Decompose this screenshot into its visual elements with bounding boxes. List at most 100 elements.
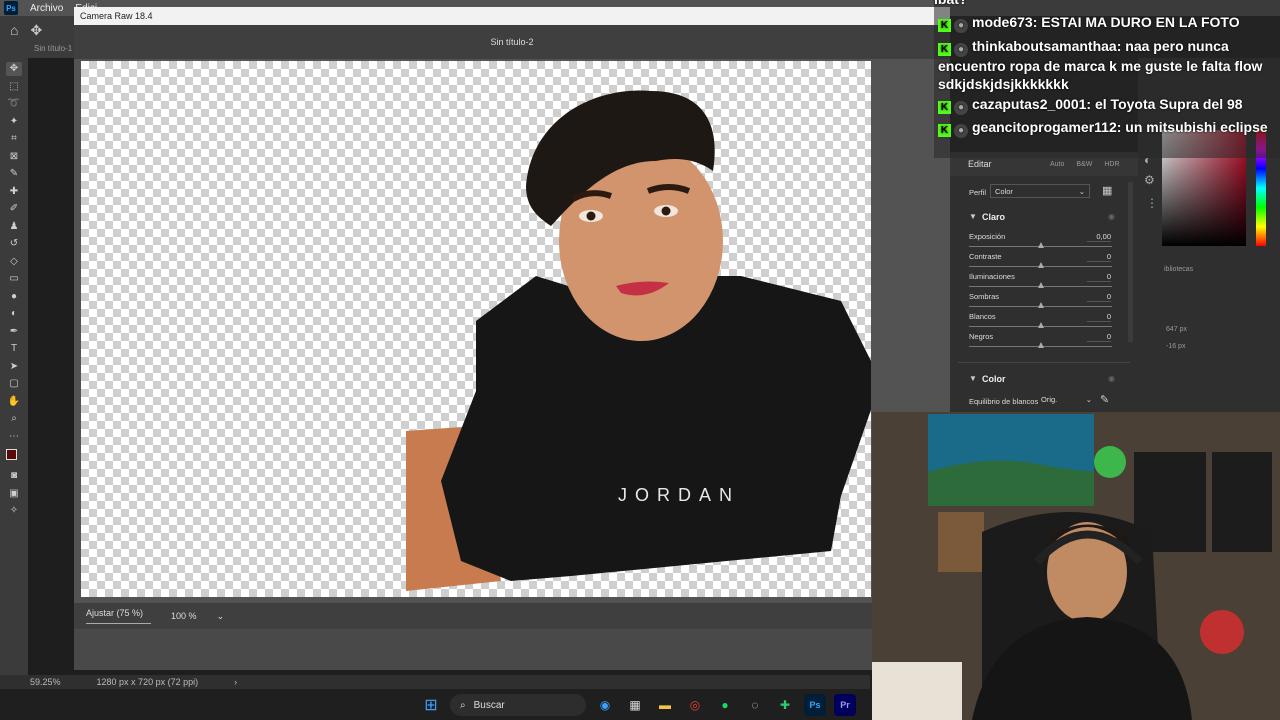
user-icon: ● bbox=[954, 101, 968, 115]
profile-dropdown[interactable]: Color ⌄ bbox=[990, 184, 1090, 198]
slider-thumb[interactable] bbox=[1038, 282, 1044, 288]
document-info: 1280 px x 720 px (72 ppi) bbox=[96, 677, 199, 687]
zoom-tool-icon[interactable]: ⌕ bbox=[6, 412, 22, 426]
gradient-tool-icon[interactable]: ▭ bbox=[6, 272, 22, 286]
hand-tool-icon[interactable]: ✋ bbox=[6, 395, 22, 409]
slider-thumb[interactable] bbox=[1038, 342, 1044, 348]
history-brush-icon[interactable]: ↺ bbox=[6, 237, 22, 251]
chrome-icon[interactable]: ◎ bbox=[684, 694, 706, 716]
plush-toy bbox=[1200, 610, 1244, 654]
marquee-tool-icon[interactable]: ⬚ bbox=[6, 80, 22, 94]
color-swatches[interactable] bbox=[6, 447, 22, 465]
app-icon[interactable]: ◌ bbox=[744, 694, 766, 716]
chat-text: el Toyota Supra del 98 bbox=[1094, 96, 1243, 112]
profile-browser-icon[interactable]: ▦ bbox=[1102, 184, 1112, 197]
pen-tool-icon[interactable]: ✒ bbox=[6, 325, 22, 339]
move-tool-icon[interactable]: ✥ bbox=[30, 22, 42, 39]
chat-fragment: ibat? bbox=[934, 0, 1280, 8]
document-tab[interactable]: Sin título-1 bbox=[0, 44, 74, 58]
crop-tool-icon[interactable]: ⌗ bbox=[6, 132, 22, 146]
premiere-taskbar-icon[interactable]: Pr bbox=[834, 694, 856, 716]
eraser-tool-icon[interactable]: ◇ bbox=[6, 255, 22, 269]
shirt-logo-text: JORDAN bbox=[618, 485, 740, 505]
healing-brush-icon[interactable]: ✚ bbox=[6, 185, 22, 199]
slider-thumb[interactable] bbox=[1038, 302, 1044, 308]
foreground-color-swatch[interactable] bbox=[6, 449, 17, 460]
app-icon-2[interactable]: ✚ bbox=[774, 694, 796, 716]
slider-value[interactable]: 0 bbox=[1087, 252, 1111, 262]
kick-badge-icon: K bbox=[938, 19, 951, 32]
slider-thumb[interactable] bbox=[1038, 262, 1044, 268]
chevron-down-icon[interactable]: ⌄ bbox=[217, 611, 225, 622]
slider-row: Blancos 0 bbox=[969, 312, 1114, 330]
eyedropper-icon[interactable]: ✎ bbox=[6, 167, 22, 181]
search-icon: ⌕ bbox=[460, 699, 466, 711]
visibility-icon[interactable]: ◉ bbox=[1108, 212, 1115, 221]
more-tools-icon[interactable]: ⋯ bbox=[6, 430, 22, 444]
photoshop-taskbar-icon[interactable]: Ps bbox=[804, 694, 826, 716]
more-options-icon[interactable]: ⋮ bbox=[1146, 196, 1158, 210]
zoom-100-button[interactable]: 100 % bbox=[171, 611, 197, 621]
visibility-icon[interactable]: ◉ bbox=[1108, 374, 1115, 383]
store-icon[interactable]: ▦ bbox=[624, 694, 646, 716]
slider-thumb[interactable] bbox=[1038, 242, 1044, 248]
menu-archivo[interactable]: Archivo bbox=[30, 3, 63, 14]
panel-scrollbar[interactable] bbox=[1128, 182, 1133, 342]
quick-mask-icon[interactable]: ◙ bbox=[6, 469, 22, 483]
slider-value[interactable]: 0 bbox=[1087, 312, 1111, 322]
dodge-tool-icon[interactable]: ◐ bbox=[6, 307, 22, 321]
windows-start-icon[interactable]: ⊞ bbox=[420, 694, 442, 716]
eyedropper-icon[interactable]: ✎ bbox=[1100, 393, 1109, 406]
subject-photo: JORDAN bbox=[406, 90, 871, 591]
light-sliders: Exposición 0,00 Contraste 0 Iluminacione… bbox=[969, 232, 1114, 352]
libraries-tab[interactable]: ibliotecas bbox=[1164, 266, 1193, 273]
auto-button[interactable]: Auto bbox=[1050, 161, 1064, 168]
frame-tool-icon[interactable]: ⊠ bbox=[6, 150, 22, 164]
chevron-down-icon[interactable]: ▼ bbox=[969, 212, 977, 221]
brush-tool-icon[interactable]: ✐ bbox=[6, 202, 22, 216]
lasso-tool-icon[interactable]: ➰ bbox=[6, 97, 22, 111]
generative-icon[interactable]: ✧ bbox=[6, 504, 22, 518]
webcam-feed bbox=[872, 412, 1280, 720]
move-tool-icon[interactable]: ✥ bbox=[6, 62, 22, 76]
zoom-level[interactable]: 59.25% bbox=[30, 677, 61, 687]
settings-icon[interactable]: ⚙ bbox=[1144, 173, 1155, 187]
chevron-down-icon: ⌄ bbox=[1085, 395, 1092, 404]
slider-value[interactable]: 0 bbox=[1087, 292, 1111, 302]
slider-value[interactable]: 0 bbox=[1087, 272, 1111, 282]
height-value[interactable]: -16 px bbox=[1166, 343, 1185, 350]
user-icon: ● bbox=[954, 19, 968, 33]
section-light-title[interactable]: Claro bbox=[982, 212, 1005, 222]
section-color-title[interactable]: Color bbox=[982, 374, 1006, 384]
bw-button[interactable]: B&W bbox=[1076, 161, 1092, 168]
slider-value[interactable]: 0 bbox=[1087, 332, 1111, 342]
green-light bbox=[1094, 446, 1126, 478]
chevron-right-icon[interactable]: › bbox=[234, 677, 237, 687]
photoshop-logo-icon[interactable]: Ps bbox=[4, 1, 18, 15]
spotify-icon[interactable]: ● bbox=[714, 694, 736, 716]
home-icon[interactable]: ⌂ bbox=[10, 22, 18, 38]
divider bbox=[958, 362, 1130, 363]
type-tool-icon[interactable]: T bbox=[6, 342, 22, 356]
chevron-down-icon[interactable]: ▼ bbox=[969, 374, 977, 383]
shape-tool-icon[interactable]: ▢ bbox=[6, 377, 22, 391]
image-canvas[interactable]: JORDAN bbox=[81, 61, 871, 597]
camera-raw-window: Camera Raw 18.4 Sin título-2 JORDAN Ajus… bbox=[74, 7, 950, 670]
slider-value[interactable]: 0,00 bbox=[1087, 232, 1111, 242]
edge-icon[interactable]: ◉ bbox=[594, 694, 616, 716]
path-select-icon[interactable]: ➤ bbox=[6, 360, 22, 374]
slider-thumb[interactable] bbox=[1038, 322, 1044, 328]
blur-tool-icon[interactable]: ● bbox=[6, 290, 22, 304]
hdr-button[interactable]: HDR bbox=[1104, 161, 1119, 168]
zoom-fit-button[interactable]: Ajustar (75 %) bbox=[86, 608, 152, 624]
stamp-tool-icon[interactable]: ♟ bbox=[6, 220, 22, 234]
width-value[interactable]: 647 px bbox=[1166, 326, 1187, 333]
magic-wand-icon[interactable]: ✦ bbox=[6, 115, 22, 129]
slider-label: Negros bbox=[969, 332, 994, 341]
white-balance-dropdown[interactable]: Orig. ⌄ bbox=[1038, 395, 1092, 407]
right-pupil bbox=[661, 206, 671, 216]
screen-mode-icon[interactable]: ▣ bbox=[6, 487, 22, 501]
chat-message: K ● geancitoprogamer112: un mitsubishi ecl… bbox=[938, 118, 1278, 138]
folder-icon[interactable]: ▬ bbox=[654, 694, 676, 716]
taskbar-search[interactable]: ⌕ Buscar bbox=[450, 694, 586, 716]
